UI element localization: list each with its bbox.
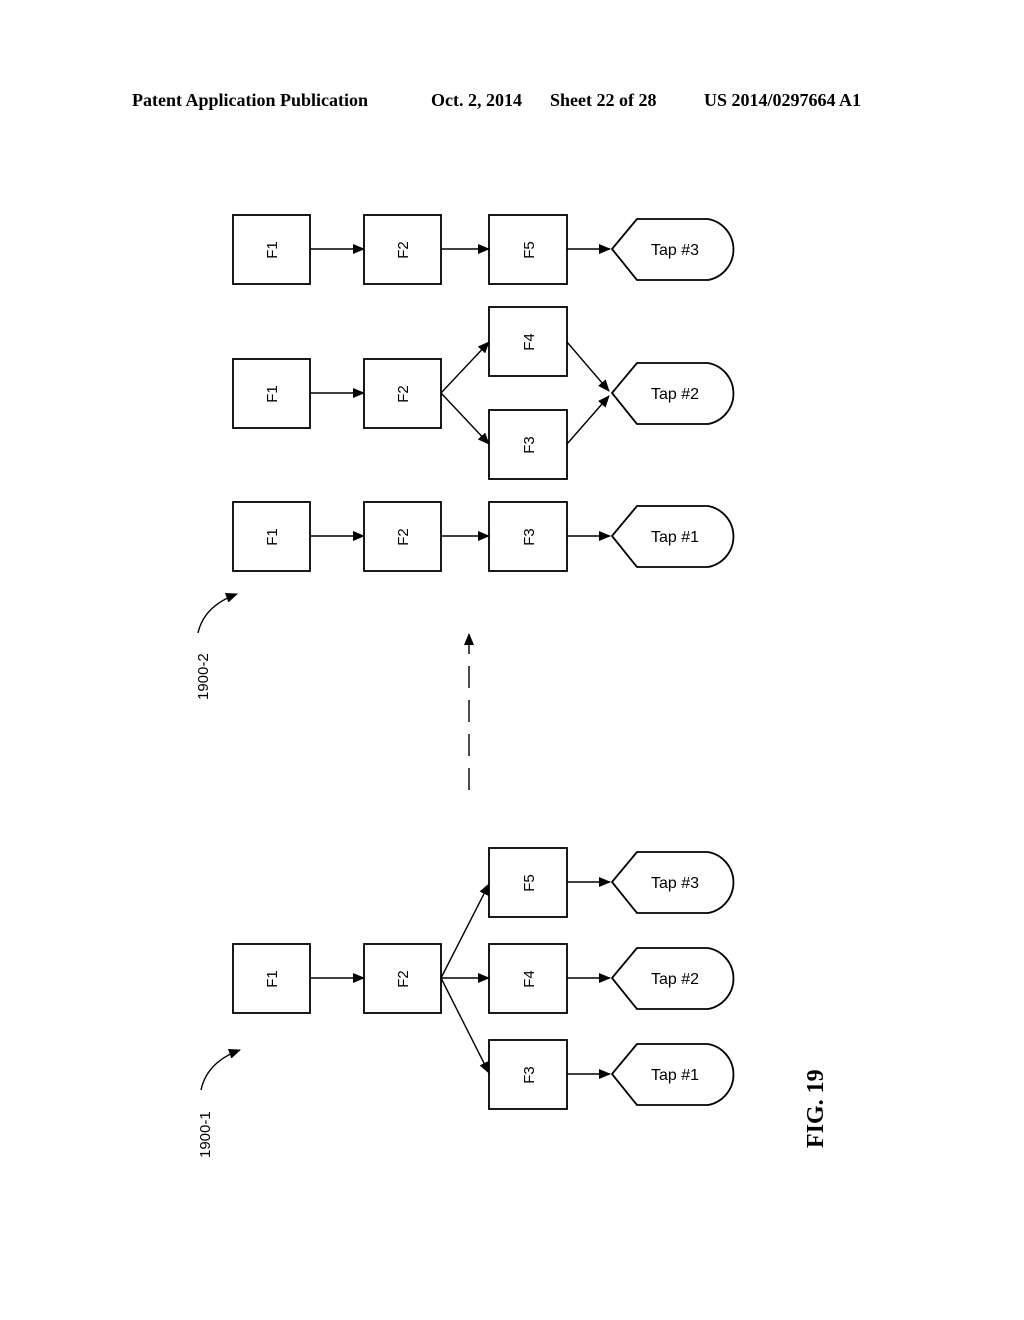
node-label: F1 <box>264 528 281 546</box>
chain-tap1: F1 F2 F3 Tap #1 <box>232 501 735 572</box>
edge <box>440 977 490 1074</box>
edge <box>566 395 610 445</box>
node-label: F2 <box>395 528 412 546</box>
node-label: F3 <box>521 436 538 454</box>
node-label: F1 <box>264 385 281 403</box>
node-label: F1 <box>264 970 281 988</box>
edge <box>566 341 610 392</box>
tap-label: Tap #3 <box>651 242 699 259</box>
tap-label: Tap #1 <box>651 1067 699 1084</box>
tap-label: Tap #3 <box>651 875 699 892</box>
node-label: F5 <box>521 241 538 259</box>
node-label: F2 <box>395 241 412 259</box>
figure-label: FIG. 19 <box>803 1069 829 1148</box>
node-label: F3 <box>521 1066 538 1084</box>
reference-label-1900-2: 1900-2 <box>195 653 212 700</box>
reference-arrow <box>197 593 238 634</box>
node-label: F4 <box>521 333 538 351</box>
reference-arrow <box>200 1049 241 1091</box>
tap-label: Tap #2 <box>651 971 699 988</box>
node-label: F2 <box>395 970 412 988</box>
fanout-diagram: F1 F2 F5 F4 F3 Tap #3 Tap #2 Tap #1 <box>232 847 735 1110</box>
edge <box>440 341 490 394</box>
node-label: F3 <box>521 528 538 546</box>
node-label: F4 <box>521 970 538 988</box>
node-label: F5 <box>521 874 538 892</box>
figure-canvas: F1 F2 F5 Tap #3 F1 F2 F4 F3 Tap #2 F1 F2 <box>195 214 829 1158</box>
tap-label: Tap #1 <box>651 529 699 546</box>
chain-tap2: F1 F2 F4 F3 Tap #2 <box>232 306 735 480</box>
edge <box>440 392 490 445</box>
node-label: F2 <box>395 385 412 403</box>
node-label: F1 <box>264 241 281 259</box>
chain-tap3: F1 F2 F5 Tap #3 <box>232 214 735 285</box>
tap-label: Tap #2 <box>651 386 699 403</box>
reference-label-1900-1: 1900-1 <box>197 1111 214 1158</box>
edge <box>440 883 490 979</box>
